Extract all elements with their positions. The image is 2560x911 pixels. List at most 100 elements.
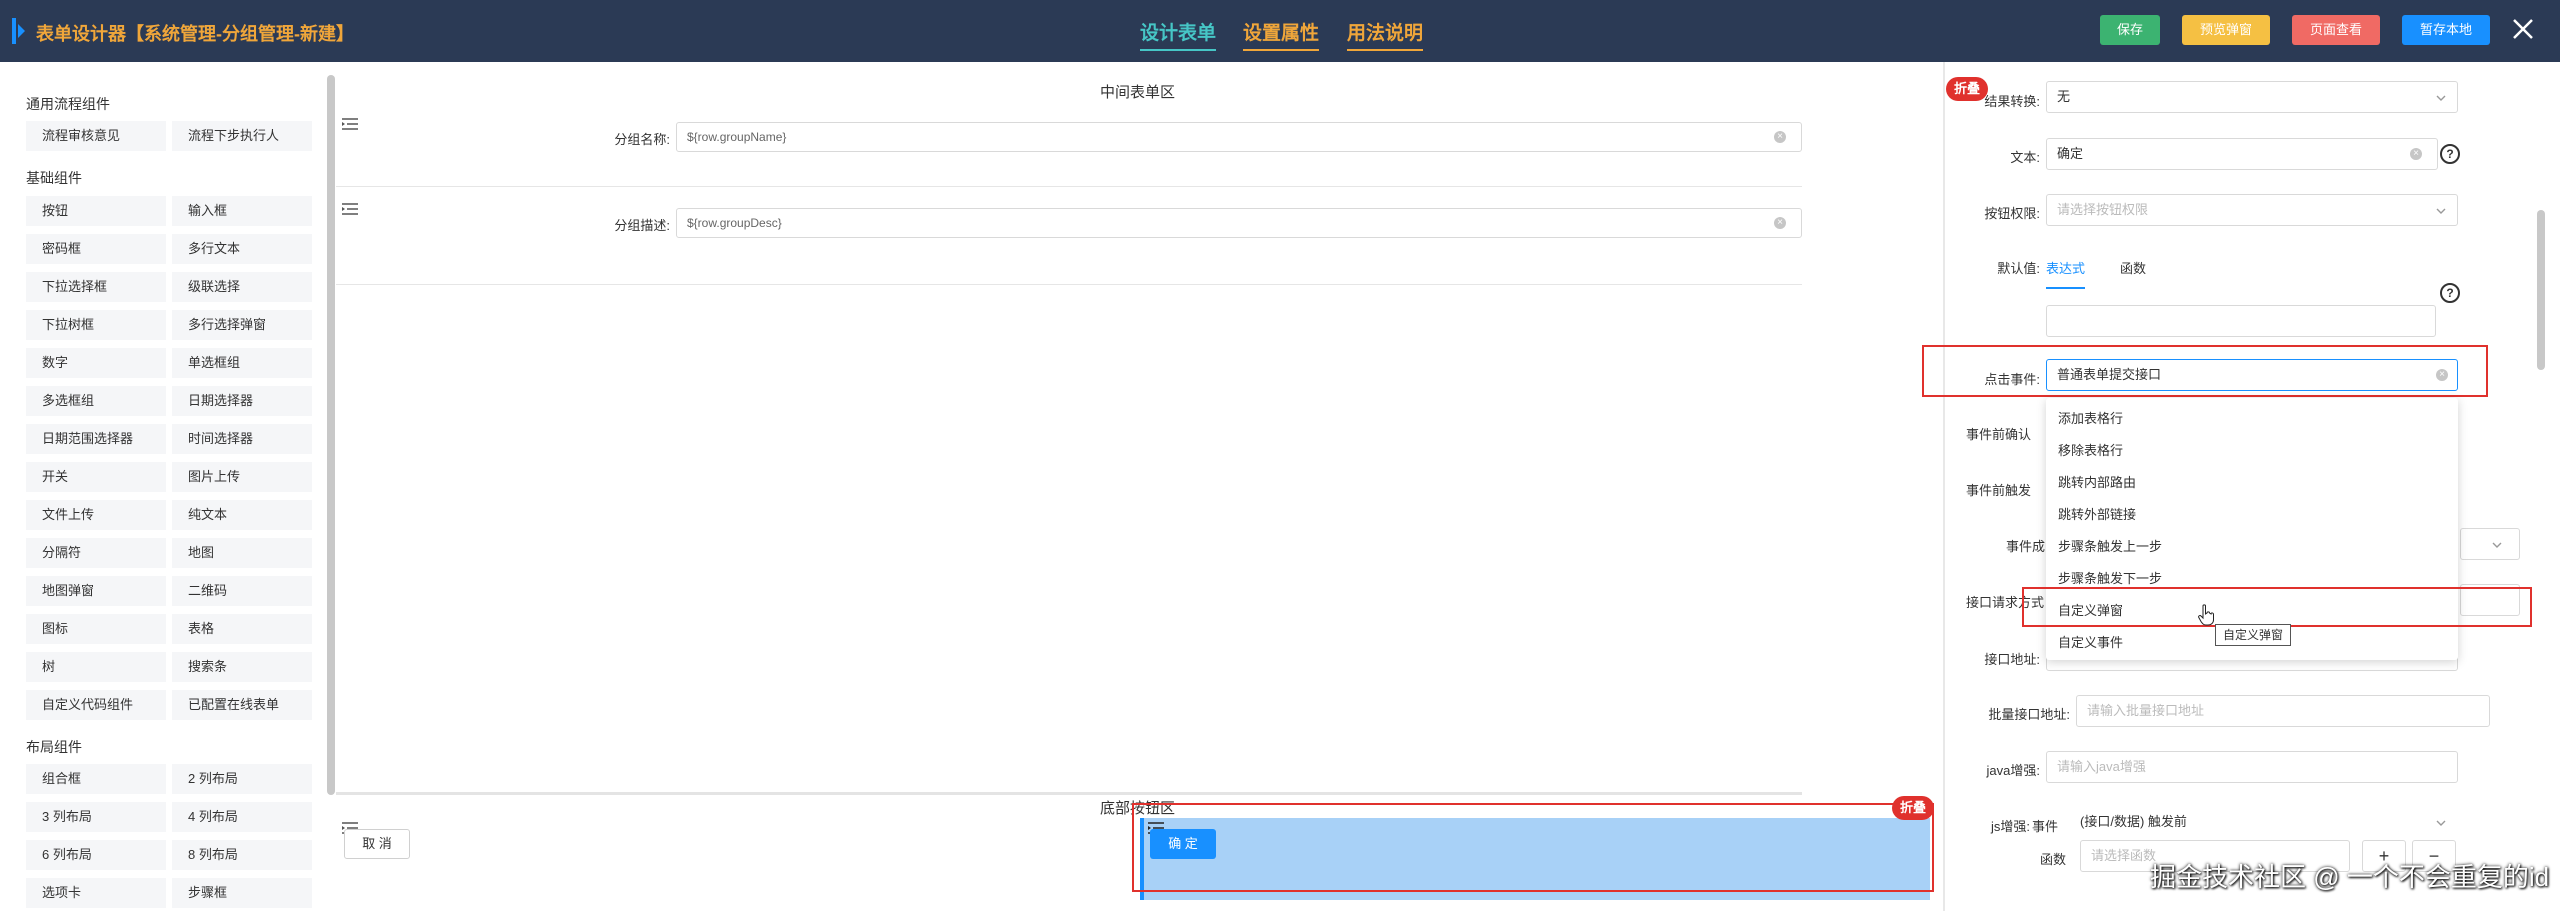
default-value-input[interactable] — [2046, 305, 2436, 337]
js-enhance-label: js增强: — [1990, 819, 2030, 834]
component-item[interactable]: 下拉树框 — [26, 310, 166, 340]
middle-zone-label: 中间表单区 — [1100, 84, 1176, 101]
close-icon[interactable] — [2508, 14, 2538, 44]
clear-icon[interactable]: × — [2436, 369, 2448, 381]
dropdown-option[interactable]: 自定义事件 — [2058, 632, 2123, 651]
tab-function[interactable]: 函数 — [2120, 258, 2146, 277]
clear-icon[interactable]: × — [1774, 131, 1786, 143]
panel-separator — [1943, 62, 1945, 911]
top-bar: 表单设计器【系统管理-分组管理-新建】 设计表单 设置属性 用法说明 保存 预览… — [0, 0, 2560, 62]
js-event-label: 事件 — [2032, 819, 2059, 834]
highlight-frame-option — [2022, 587, 2532, 627]
default-value-label: 默认值: — [1997, 261, 2040, 276]
component-item[interactable]: 地图 — [172, 538, 312, 568]
tab-usage-guide[interactable]: 用法说明 — [1347, 18, 1424, 51]
component-item[interactable]: 搜索条 — [172, 652, 312, 682]
form-canvas — [336, 78, 1802, 898]
component-item[interactable]: 已配置在线表单 — [172, 690, 312, 720]
text-input[interactable]: 确定 — [2046, 138, 2438, 170]
section-title-basic: 基础组件 — [26, 170, 82, 186]
help-icon[interactable]: ? — [2440, 283, 2460, 303]
tab-design-form[interactable]: 设计表单 — [1140, 18, 1217, 51]
component-item[interactable]: 级联选择 — [172, 272, 312, 302]
java-enhance-input[interactable]: 请输入java增强 — [2046, 751, 2458, 783]
component-item[interactable]: 2 列布局 — [172, 764, 312, 794]
component-item[interactable]: 自定义代码组件 — [26, 690, 166, 720]
dropdown-option[interactable]: 跳转内部路由 — [2058, 472, 2136, 491]
chevron-down-icon — [2436, 820, 2446, 826]
component-item[interactable]: 表格 — [172, 614, 312, 644]
component-item[interactable]: 流程下步执行人 — [172, 121, 312, 151]
highlight-frame-bottom — [1132, 803, 1934, 892]
dropdown-option[interactable]: 步骤条触发上一步 — [2058, 536, 2162, 555]
js-function-label: 函数 — [2040, 852, 2067, 867]
tab-expression[interactable]: 表达式 — [2046, 258, 2086, 289]
component-item[interactable]: 开关 — [26, 462, 166, 492]
component-item[interactable]: 多行选择弹窗 — [172, 310, 312, 340]
save-local-button[interactable]: 暂存本地 — [2402, 15, 2490, 45]
fold-badge-bottom[interactable]: 折叠 — [1892, 796, 1935, 820]
row-divider — [336, 186, 1802, 187]
component-item[interactable]: 4 列布局 — [172, 802, 312, 832]
help-icon[interactable]: ? — [2440, 144, 2460, 164]
result-convert-select[interactable]: 无 — [2046, 81, 2458, 113]
component-item[interactable]: 日期选择器 — [172, 386, 312, 416]
component-item[interactable]: 数字 — [26, 348, 166, 378]
button-perm-select[interactable]: 请选择按钮权限 — [2046, 194, 2458, 226]
group-name-input[interactable]: ${row.groupName} — [676, 122, 1802, 152]
option-tooltip: 自定义弹窗 — [2215, 624, 2291, 646]
dropdown-option[interactable]: 跳转外部链接 — [2058, 504, 2136, 523]
component-item[interactable]: 单选框组 — [172, 348, 312, 378]
component-item[interactable]: 日期范围选择器 — [26, 424, 166, 454]
palette-scrollbar[interactable] — [327, 75, 335, 795]
batch-api-input[interactable]: 请输入批量接口地址 — [2076, 695, 2490, 727]
cancel-button[interactable]: 取 消 — [344, 829, 410, 859]
component-item[interactable]: 图标 — [26, 614, 166, 644]
section-title-layout: 布局组件 — [26, 739, 82, 755]
component-item[interactable]: 6 列布局 — [26, 840, 166, 870]
event-success-label: 事件成 — [2006, 539, 2046, 554]
click-event-label: 点击事件: — [1984, 372, 2040, 387]
drag-handle-icon[interactable] — [342, 118, 358, 130]
dropdown-option[interactable]: 移除表格行 — [2058, 440, 2123, 459]
component-item[interactable]: 图片上传 — [172, 462, 312, 492]
chevron-down-icon — [2436, 95, 2446, 101]
component-item[interactable]: 输入框 — [172, 196, 312, 226]
component-item[interactable]: 时间选择器 — [172, 424, 312, 454]
component-item[interactable]: 分隔符 — [26, 538, 166, 568]
component-item[interactable]: 文件上传 — [26, 500, 166, 530]
js-event-select[interactable]: (接口/数据) 触发前 — [2070, 806, 2450, 838]
watermark-text: 掘金技术社区 @ 一个不会重复的id — [2150, 862, 2550, 892]
event-confirm-label: 事件前确认 — [1966, 427, 2032, 442]
preview-dialog-button[interactable]: 预览弹窗 — [2182, 15, 2270, 45]
page-view-button[interactable]: 页面查看 — [2292, 15, 2380, 45]
clear-icon[interactable]: × — [2410, 148, 2422, 160]
save-button[interactable]: 保存 — [2100, 15, 2160, 45]
component-item[interactable]: 纯文本 — [172, 500, 312, 530]
tab-set-properties[interactable]: 设置属性 — [1243, 18, 1320, 51]
clear-icon[interactable]: × — [1774, 217, 1786, 229]
component-item[interactable]: 按钮 — [26, 196, 166, 226]
property-scrollbar[interactable] — [2537, 210, 2545, 370]
component-item[interactable]: 步骤框 — [172, 878, 312, 908]
group-desc-input[interactable]: ${row.groupDesc} — [676, 208, 1802, 238]
component-item[interactable]: 二维码 — [172, 576, 312, 606]
event-success-select[interactable] — [2460, 528, 2520, 560]
component-item[interactable]: 3 列布局 — [26, 802, 166, 832]
dropdown-option[interactable]: 添加表格行 — [2058, 408, 2123, 427]
component-item[interactable]: 下拉选择框 — [26, 272, 166, 302]
click-event-select[interactable]: 普通表单提交接口 — [2046, 359, 2458, 391]
component-item[interactable]: 树 — [26, 652, 166, 682]
drag-handle-icon[interactable] — [342, 203, 358, 215]
component-item[interactable]: 地图弹窗 — [26, 576, 166, 606]
component-item[interactable]: 选项卡 — [26, 878, 166, 908]
component-item[interactable]: 多行文本 — [172, 234, 312, 264]
component-item[interactable]: 流程审核意见 — [26, 121, 166, 151]
text-label: 文本: — [2010, 150, 2040, 165]
component-item[interactable]: 密码框 — [26, 234, 166, 264]
dropdown-option[interactable]: 步骤条触发下一步 — [2058, 568, 2162, 587]
component-item[interactable]: 8 列布局 — [172, 840, 312, 870]
component-item[interactable]: 组合框 — [26, 764, 166, 794]
component-item[interactable]: 多选框组 — [26, 386, 166, 416]
app-logo-icon — [12, 18, 25, 44]
